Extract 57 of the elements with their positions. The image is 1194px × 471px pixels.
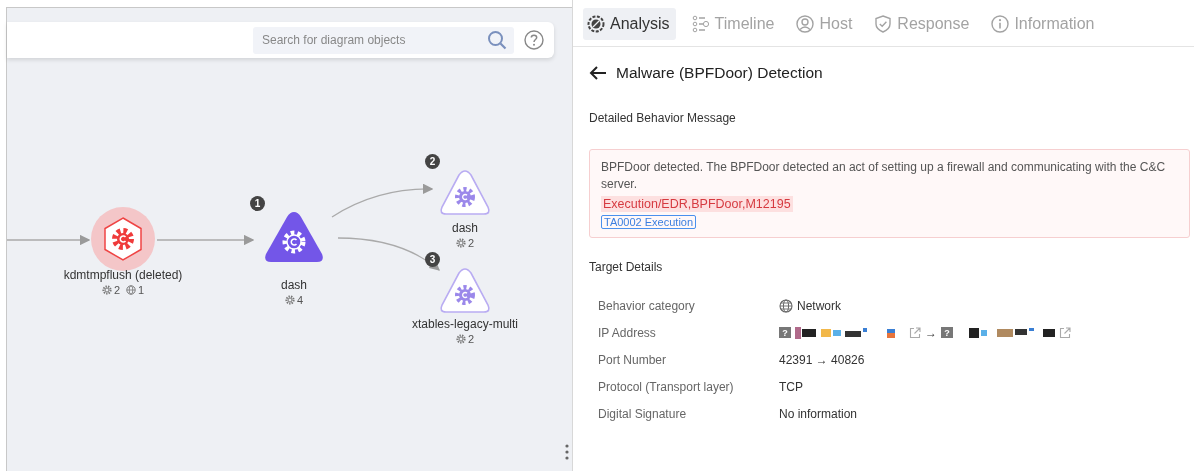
field-label: IP Address: [598, 325, 657, 340]
arrow-separator: →: [925, 325, 937, 340]
field-label: Behavior category: [598, 298, 696, 313]
globe-icon: [126, 285, 136, 295]
order-badge: 1: [250, 196, 265, 211]
field-label: Digital Signature: [598, 406, 688, 421]
user-icon: [796, 15, 815, 33]
node-label: dash: [452, 221, 478, 235]
field-label: Protocol (Transport layer): [598, 379, 735, 394]
process-node[interactable]: [264, 212, 324, 262]
detail-title: Malware (BPFDoor) Detection: [616, 64, 823, 82]
node-count: 2: [101, 284, 120, 296]
back-arrow-icon[interactable]: [589, 65, 607, 81]
tab[interactable]: Information: [987, 8, 1101, 40]
target-icon: [587, 15, 605, 33]
gear-icon: [101, 285, 112, 295]
unknown-flag-icon: ?: [941, 327, 953, 338]
process-node[interactable]: [439, 169, 491, 215]
tab[interactable]: Host: [792, 8, 859, 40]
tab[interactable]: Timeline: [687, 8, 781, 40]
search-field[interactable]: Search for diagram objects: [253, 26, 514, 54]
shield-icon: [874, 15, 893, 33]
field-value: TCP: [779, 379, 803, 394]
tab[interactable]: Analysis: [583, 8, 676, 40]
gear-icon: [455, 334, 466, 344]
node-count: 2: [455, 333, 475, 345]
field-value: Network: [797, 298, 841, 313]
section-heading: Target Details: [589, 260, 664, 274]
node-count: 4: [284, 294, 304, 306]
gear-icon: [284, 295, 295, 305]
globe-icon: [779, 298, 793, 313]
list-icon: [691, 15, 710, 33]
search-icon[interactable]: [487, 29, 507, 50]
tab[interactable]: Response: [870, 8, 976, 40]
rule-tag: Execution/EDR,BPFDoor,M12195: [601, 196, 793, 212]
resize-handle[interactable]: [565, 444, 569, 460]
process-node[interactable]: [439, 267, 491, 313]
info-icon: [991, 15, 1010, 33]
behavior-message: BPFDoor detected. The BPFDoor detected an act of setting up a firewall and communicating with the C&C server.: [601, 159, 1167, 193]
node-label: xtables-legacy-multi: [411, 317, 518, 331]
node-count: 1: [126, 284, 145, 296]
node-label: kdmtmpflush (deleted): [63, 268, 183, 282]
external-link-icon[interactable]: [909, 326, 921, 339]
unknown-flag-icon: ?: [779, 327, 791, 338]
order-badge: 2: [425, 153, 440, 169]
section-heading: Detailed Behavior Message: [589, 111, 737, 125]
deleted-process-node[interactable]: [91, 207, 155, 271]
order-badge: 3: [425, 251, 440, 267]
external-link-icon[interactable]: [1059, 326, 1071, 339]
field-label: Port Number: [598, 352, 668, 367]
tactic-tag[interactable]: TA0002 Execution: [601, 215, 697, 229]
field-value: No information: [779, 406, 858, 421]
help-icon[interactable]: [524, 30, 544, 50]
node-count: 2: [455, 237, 475, 249]
node-label: dash: [281, 278, 307, 292]
gear-icon: [455, 238, 466, 248]
field-value: 42391 → 40826: [779, 352, 865, 367]
